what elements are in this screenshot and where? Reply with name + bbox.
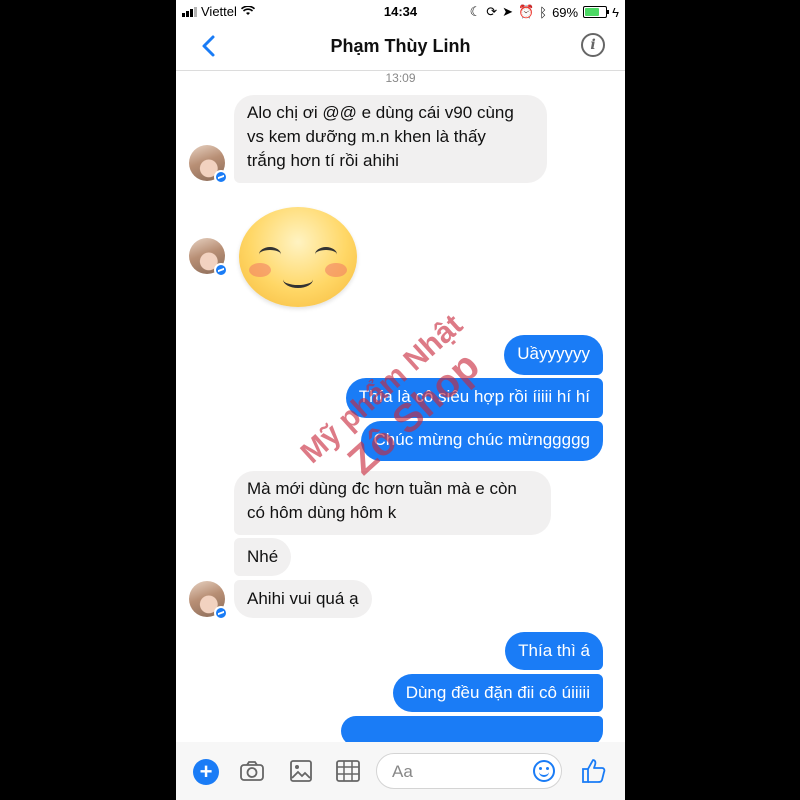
camera-icon[interactable] xyxy=(239,759,265,783)
lock-rotation-icon: ⟳ xyxy=(486,4,498,19)
avatar[interactable] xyxy=(189,581,228,620)
message-line: có hôm dùng hôm k xyxy=(247,503,397,522)
thumbs-up-icon[interactable] xyxy=(580,757,608,785)
emoji-icon[interactable] xyxy=(533,760,555,782)
messenger-badge-icon xyxy=(214,606,228,620)
message-text: Ahihi vui quá ạ xyxy=(247,589,359,608)
sticker-eye xyxy=(259,247,281,262)
photo-icon[interactable] xyxy=(288,759,314,783)
message-input[interactable]: Aa xyxy=(376,753,562,789)
status-right: ☾ ⟳ ➤ ⏰ ᛒ 69% ϟ xyxy=(470,4,619,20)
message-text: Chúc mừng chúc mừnggggg xyxy=(373,430,590,449)
message-text: Uầyyyyyy xyxy=(517,344,590,363)
bluetooth-icon: ᛒ xyxy=(539,4,548,20)
avatar[interactable] xyxy=(189,238,228,277)
sticker-cheek xyxy=(325,263,347,277)
battery-icon xyxy=(583,6,610,18)
message-bubble-incoming[interactable]: Nhé xyxy=(234,538,292,576)
message-text: Dùng đều đặn đii cô úiiiii xyxy=(405,683,590,702)
message-bubble-outgoing[interactable]: Thía là cô siêu hợp rồi íiiii hí hí xyxy=(345,378,603,418)
message-bubble-outgoing[interactable]: Chúc mừng chúc mừnggggg xyxy=(360,421,603,461)
charging-icon: ϟ xyxy=(612,4,619,20)
message-bubble-incoming[interactable]: Mà mới dùng đc hơn tuần mà e còn có hôm … xyxy=(234,471,551,535)
composer-bar: + Aa xyxy=(176,742,625,800)
keyboard-grid-icon[interactable] xyxy=(335,759,361,783)
message-input-placeholder: Aa xyxy=(392,762,413,781)
battery-percent: 69% xyxy=(552,4,579,20)
phone-screen: Viettel 14:34 ☾ ⟳ ➤ ⏰ ᛒ 69% ϟ Phạm Thùy … xyxy=(176,0,625,800)
message-text: Nhé xyxy=(247,547,279,566)
message-bubble-outgoing[interactable]: Thía thì á xyxy=(505,632,603,670)
plus-icon[interactable]: + xyxy=(193,759,219,785)
message-bubble-incoming[interactable]: Ahihi vui quá ạ xyxy=(234,580,372,618)
moon-icon: ☾ xyxy=(469,4,482,19)
message-line: vs kem dưỡng m.n khen là thấy xyxy=(247,127,486,146)
contact-name[interactable]: Phạm Thùy Linh xyxy=(176,36,625,57)
message-timestamp: 13:09 xyxy=(385,71,416,85)
conversation-header: Phạm Thùy Linh i xyxy=(176,24,625,71)
message-line: Mà mới dùng đc hơn tuần mà e còn xyxy=(247,479,517,498)
message-line: Alo chị ơi @@ e dùng cái v90 cùng xyxy=(247,103,514,122)
message-bubble-outgoing[interactable]: Uầyyyyyy xyxy=(504,335,603,375)
sticker-eye xyxy=(315,247,337,262)
messenger-badge-icon xyxy=(214,263,228,277)
location-icon: ➤ xyxy=(502,4,514,19)
message-line: trắng hơn tí rồi ahihi xyxy=(247,151,399,170)
alarm-icon: ⏰ xyxy=(518,4,535,19)
blushing-smile-sticker[interactable] xyxy=(239,207,357,307)
message-bubble-incoming[interactable]: Alo chị ơi @@ e dùng cái v90 cùng vs kem… xyxy=(234,95,547,183)
messenger-badge-icon xyxy=(214,170,228,184)
sticker-cheek xyxy=(249,263,271,277)
status-bar: Viettel 14:34 ☾ ⟳ ➤ ⏰ ᛒ 69% ϟ xyxy=(176,0,625,24)
message-text: Thía là cô siêu hợp rồi íiiii hí hí xyxy=(358,387,590,406)
info-icon[interactable]: i xyxy=(581,33,605,57)
sticker-mouth xyxy=(283,271,313,288)
avatar[interactable] xyxy=(189,145,228,184)
message-bubble-outgoing[interactable]: Dùng đều đặn đii cô úiiiii xyxy=(392,674,603,712)
message-text: Thía thì á xyxy=(518,641,590,660)
